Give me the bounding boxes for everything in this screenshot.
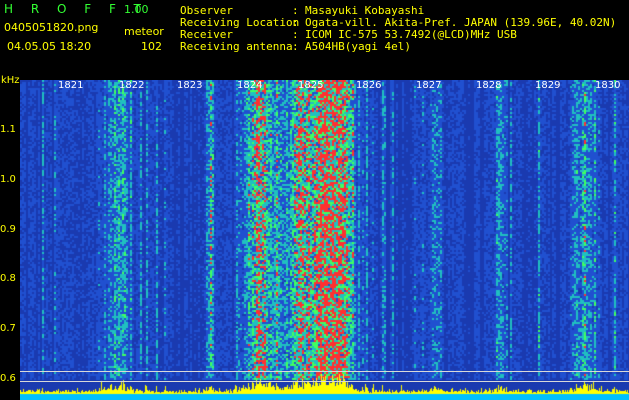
location-label: Receiving Location [180,16,300,29]
file-name: 0405051820.png [4,21,99,34]
x-tick-label: 1825 [298,80,324,91]
app-version: 1.00 [124,3,149,16]
antenna-value: A504HB(yagi 4el) [305,40,411,53]
x-tick-label: 1821 [58,80,84,91]
receiver-value: ICOM IC-575 53.7492(@LCD)MHz USB [305,28,517,41]
observer-separator: : [292,4,299,17]
x-tick-label: 1828 [476,80,502,91]
reference-line-lower [20,381,629,382]
location-value: Ogata-vill. Akita-Pref. JAPAN (139.96E, … [305,16,617,29]
x-tick-label: 1823 [177,80,203,91]
receiver-separator: : [292,28,299,41]
y-axis-unit: kHz [1,75,20,86]
y-tick-label: 1.1 [0,124,16,135]
y-tick-label: 0.8 [0,273,16,284]
y-tick-label: 1.0 [0,174,16,185]
meteor-label: meteor [124,25,164,38]
reference-line-upper [20,371,629,372]
spectrogram-canvas [20,80,629,400]
y-tick-label: 0.7 [0,323,16,334]
meteor-count: 102 [141,40,162,53]
spectrogram [20,80,629,400]
y-tick-label: 0.6 [0,373,16,384]
antenna-separator: : [292,40,299,53]
x-tick-label: 1824 [237,80,263,91]
hrofft-window: H R O F F T 1.00 0405051820.png meteor 0… [0,0,629,400]
x-tick-label: 1829 [535,80,561,91]
observer-label: Observer [180,4,233,17]
x-tick-label: 1822 [119,80,145,91]
x-tick-label: 1827 [416,80,442,91]
receiver-label: Receiver [180,28,233,41]
y-tick-label: 0.9 [0,224,16,235]
observation-datetime: 04.05.05 18:20 [7,40,92,53]
x-tick-label: 1830 [595,80,621,91]
antenna-label: Receiving antenna [180,40,293,53]
location-separator: : [292,16,299,29]
x-tick-label: 1826 [356,80,382,91]
observer-value: Masayuki Kobayashi [305,4,425,17]
